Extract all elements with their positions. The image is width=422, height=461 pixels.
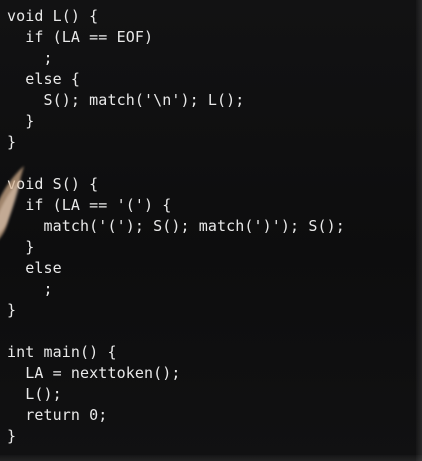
code-line-15: }: [7, 301, 17, 319]
code-line-12: }: [7, 238, 35, 256]
code-line-2: if (LA == EOF): [7, 28, 154, 46]
code-slide: void L() { if (LA == EOF) ; else { S(); …: [0, 0, 422, 461]
code-line-17: int main() {: [7, 343, 117, 361]
code-line-11: match('('); S(); match(')'); S();: [7, 217, 345, 235]
code-line-14: ;: [7, 280, 53, 298]
code-line-18: LA = nexttoken();: [7, 364, 181, 382]
code-line-20: return 0;: [7, 406, 108, 424]
code-line-1: void L() {: [7, 7, 99, 25]
code-line-7: }: [7, 133, 17, 151]
code-line-13: else: [7, 259, 62, 277]
code-line-10: if (LA == '(') {: [7, 196, 172, 214]
code-line-3: ;: [7, 49, 53, 67]
code-block: void L() { if (LA == EOF) ; else { S(); …: [7, 6, 345, 447]
code-line-9: void S() {: [7, 175, 99, 193]
code-line-5: S(); match('\n'); L();: [7, 91, 245, 109]
code-line-21: }: [7, 427, 17, 445]
bottom-edge: [0, 455, 422, 461]
code-line-6: }: [7, 112, 35, 130]
right-edge: [416, 0, 422, 461]
code-line-4: else {: [7, 70, 81, 88]
code-line-19: L();: [7, 385, 62, 403]
